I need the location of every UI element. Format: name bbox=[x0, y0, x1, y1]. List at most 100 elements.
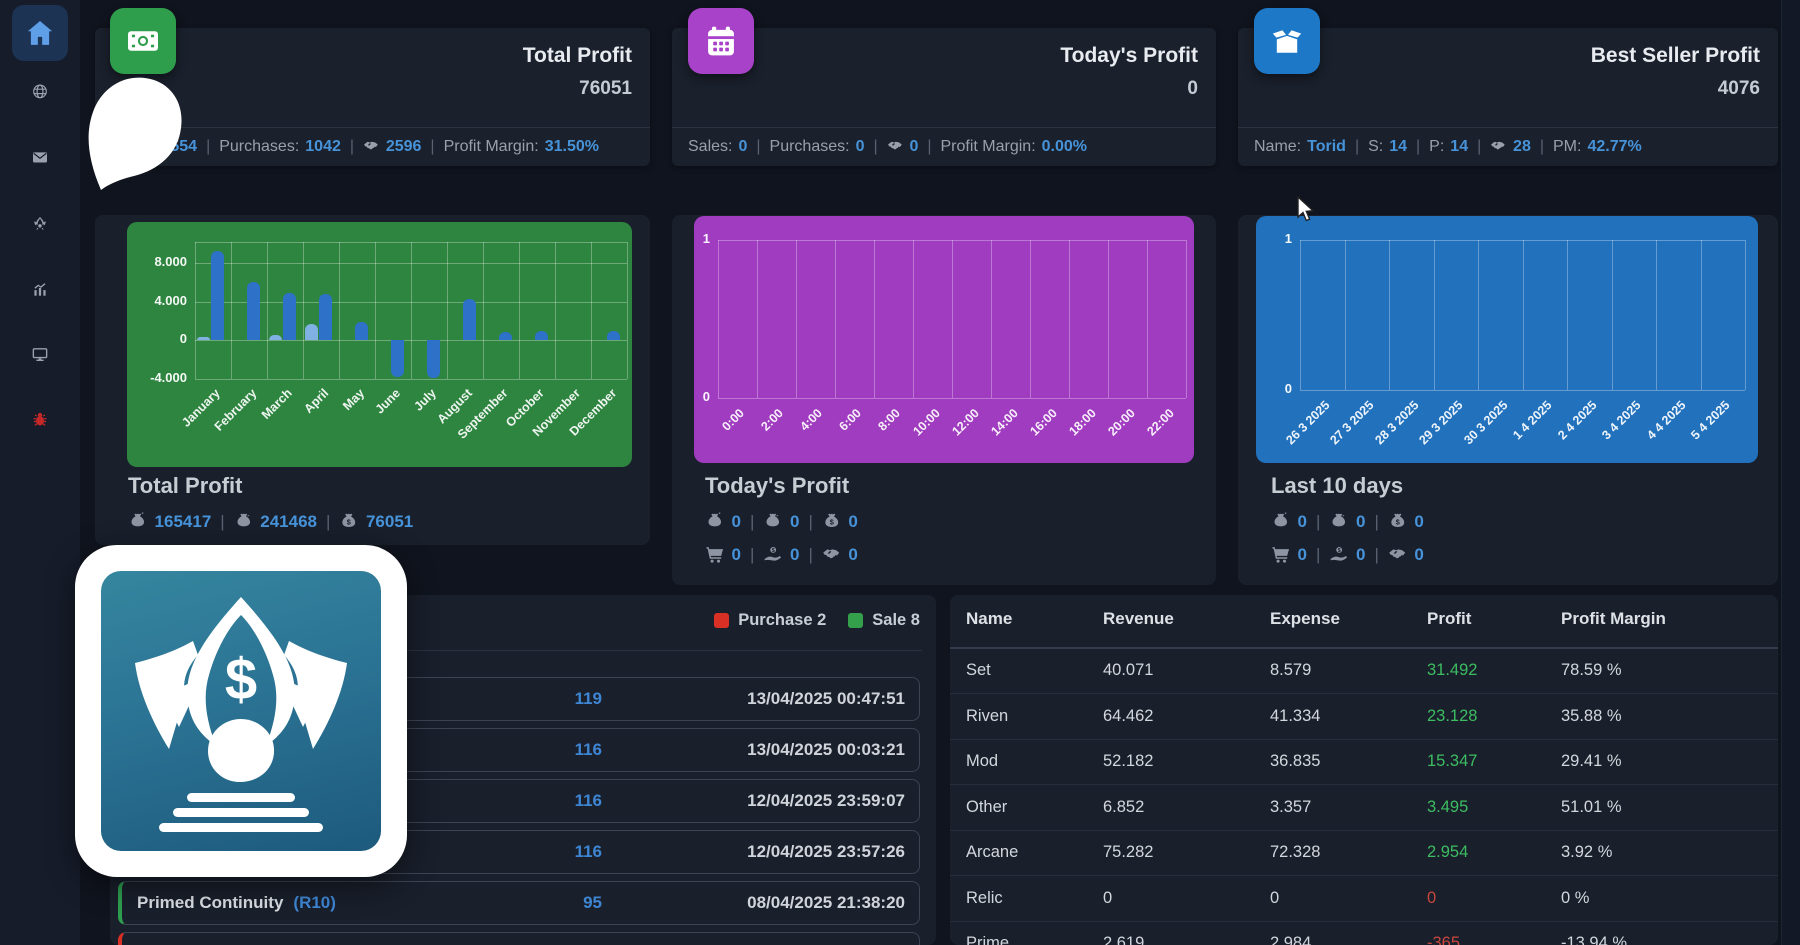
table-row: Riven64.46241.33423.12835.88 % bbox=[950, 694, 1778, 740]
stat-value: 0 bbox=[738, 138, 747, 156]
x-axis-tick: 29 3 2025 bbox=[1416, 398, 1465, 447]
chart-bar-march bbox=[283, 293, 296, 340]
handshake-icon bbox=[822, 545, 842, 565]
x-axis-tick: 8:00 bbox=[876, 406, 904, 434]
total-profit-bar-chart: 8.0004.0000-4.000JanuaryFebruaryMarchApr… bbox=[127, 222, 632, 467]
cell-profit-margin: -13.94 % bbox=[1561, 921, 1627, 945]
cell-revenue: 2.619 bbox=[1103, 921, 1144, 945]
item-name: Primed Continuity(R10) bbox=[137, 882, 336, 924]
gridline bbox=[1745, 240, 1746, 390]
x-axis-tick: 4 4 2025 bbox=[1644, 398, 1688, 442]
item-rank: (R10) bbox=[293, 893, 336, 913]
bar-chart-icon bbox=[32, 281, 49, 298]
section-title: Total Profit bbox=[128, 473, 242, 499]
cell-name: Relic bbox=[966, 876, 1003, 921]
todays-profit-bar-chart: 100:002:004:006:008:0010:0012:0014:0016:… bbox=[694, 216, 1194, 463]
stat-value: Torid bbox=[1307, 138, 1346, 156]
gridline bbox=[913, 240, 914, 398]
legend-item[interactable]: Sale 8 bbox=[848, 611, 920, 630]
cell-revenue: 6.852 bbox=[1103, 785, 1144, 830]
x-axis-tick: 2:00 bbox=[759, 406, 787, 434]
transaction-row[interactable] bbox=[118, 932, 920, 945]
sidebar-item-market[interactable] bbox=[32, 83, 49, 100]
transaction-row[interactable]: Primed Continuity(R10)9508/04/2025 21:38… bbox=[118, 881, 920, 925]
chart-bar-january bbox=[197, 337, 210, 340]
sidebar-item-messages[interactable] bbox=[32, 149, 49, 166]
sidebar-item-warframe[interactable] bbox=[32, 215, 49, 232]
app-root: Total Profit 76051 Sales:1554|Purchases:… bbox=[0, 0, 1800, 945]
sidebar-item-display[interactable] bbox=[32, 346, 49, 363]
x-axis-tick: 10:00 bbox=[910, 406, 943, 439]
chart-legend: Purchase 2 Sale 8 bbox=[714, 611, 920, 630]
svg-text:$: $ bbox=[225, 647, 257, 712]
cell-expense: 0 bbox=[1270, 876, 1279, 921]
stat-value: 14 bbox=[1450, 138, 1468, 156]
gridline bbox=[1567, 240, 1568, 390]
money-bag-icon: $ bbox=[339, 512, 359, 532]
column-header: Name bbox=[966, 609, 1012, 629]
separator: | bbox=[1374, 545, 1378, 565]
x-axis-tick: April bbox=[301, 386, 331, 416]
table-row: Relic0000 % bbox=[950, 876, 1778, 922]
gridline bbox=[195, 263, 627, 264]
separator: | bbox=[750, 512, 754, 532]
sidebar-item-statistics[interactable] bbox=[32, 281, 49, 298]
x-axis-tick: 2 4 2025 bbox=[1555, 398, 1599, 442]
cart-icon bbox=[705, 545, 725, 565]
gridline bbox=[991, 240, 992, 398]
category-table-panel: NameRevenueExpenseProfitProfit Margin Se… bbox=[950, 595, 1778, 945]
stat-value: 165417 bbox=[155, 512, 212, 532]
section-stat-row: 0|$0|0 bbox=[705, 538, 1206, 571]
cell-name: Arcane bbox=[966, 830, 1018, 875]
x-axis-tick: 14:00 bbox=[988, 406, 1021, 439]
table-row: Prime2.6192.984-365-13.94 % bbox=[950, 921, 1778, 945]
stat-value: 42.77% bbox=[1587, 138, 1641, 156]
gridline bbox=[835, 240, 836, 398]
panel-todays-profit-chart: 100:002:004:006:008:0010:0012:0014:0016:… bbox=[672, 215, 1216, 585]
handshake-icon bbox=[1388, 545, 1408, 565]
stat-value: 0 bbox=[856, 138, 865, 156]
sack-sale-icon bbox=[128, 512, 148, 532]
cell-profit-margin: 51.01 % bbox=[1561, 785, 1622, 830]
legend-swatch bbox=[848, 613, 863, 628]
cell-name: Prime bbox=[966, 921, 1009, 945]
y-axis-tick: 0 bbox=[133, 331, 187, 346]
y-axis-tick: 1 bbox=[1256, 231, 1292, 246]
x-axis-tick: 4:00 bbox=[798, 406, 826, 434]
sidebar-item-debug[interactable] bbox=[32, 411, 49, 428]
x-axis-tick: March bbox=[259, 386, 295, 422]
x-axis-tick: June bbox=[372, 386, 403, 417]
item-date: 08/04/2025 21:38:20 bbox=[747, 882, 905, 924]
item-date: 13/04/2025 00:03:21 bbox=[747, 729, 905, 771]
cell-revenue: 75.282 bbox=[1103, 830, 1153, 875]
scrollbar-track[interactable] bbox=[1781, 0, 1800, 945]
x-axis-tick: 26 3 2025 bbox=[1283, 398, 1332, 447]
stat-label: Profit Margin: bbox=[941, 138, 1036, 156]
chart-bar-april bbox=[319, 294, 332, 340]
sidebar-item-home[interactable] bbox=[12, 5, 68, 61]
handshake-icon bbox=[1490, 138, 1507, 155]
cell-name: Other bbox=[966, 785, 1007, 830]
separator: | bbox=[1316, 512, 1320, 532]
gridline bbox=[1108, 240, 1109, 398]
chart-bar-december bbox=[607, 331, 620, 340]
gridline bbox=[1656, 240, 1657, 390]
handshake-icon bbox=[887, 138, 904, 155]
warframe-market-crest-icon: $ bbox=[101, 571, 381, 851]
y-axis-tick: 8.000 bbox=[133, 254, 187, 269]
y-axis-tick: 4.000 bbox=[133, 293, 187, 308]
card-title: Today's Profit bbox=[1060, 44, 1198, 68]
chart-bar-march bbox=[269, 335, 282, 340]
open-box-icon bbox=[1254, 8, 1320, 74]
gridline bbox=[1300, 240, 1301, 390]
legend-item[interactable]: Purchase 2 bbox=[714, 611, 826, 630]
section-stats: 0|0|$00|$0|0 bbox=[1271, 505, 1768, 571]
home-icon bbox=[25, 18, 55, 48]
section-title: Today's Profit bbox=[705, 473, 849, 499]
gridline bbox=[1434, 240, 1435, 390]
separator: | bbox=[1374, 512, 1378, 532]
chart-bar-august bbox=[463, 299, 476, 340]
separator: | bbox=[750, 545, 754, 565]
gridline bbox=[718, 240, 719, 398]
x-axis-tick: May bbox=[340, 386, 367, 413]
